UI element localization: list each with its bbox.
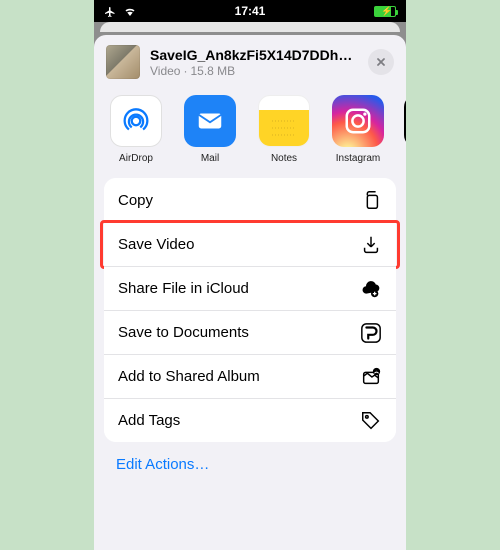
actions-list: Copy Save Video Share File in iCloud <box>104 178 396 442</box>
airplane-icon <box>104 6 116 18</box>
download-icon <box>360 234 382 256</box>
battery-icon: ⚡ <box>374 6 396 17</box>
file-kind: Video <box>150 64 180 78</box>
action-label: Save Video <box>118 236 194 253</box>
share-target-peek[interactable] <box>404 95 406 147</box>
action-label: Save to Documents <box>118 324 249 341</box>
edit-actions-link[interactable]: Edit Actions… <box>94 442 406 497</box>
share-target-mail[interactable]: Mail <box>182 95 238 164</box>
airdrop-icon <box>110 95 162 147</box>
action-shared-album[interactable]: Add to Shared Album <box>104 354 396 398</box>
file-thumbnail <box>106 45 140 79</box>
instagram-icon <box>332 95 384 147</box>
file-size: 15.8 MB <box>190 64 235 78</box>
action-copy[interactable]: Copy <box>104 178 396 222</box>
file-name: SaveIG_An8kzFi5X14D7DDhXM... <box>150 47 358 63</box>
share-targets-row[interactable]: AirDrop Mail Notes <box>94 91 406 178</box>
action-add-tags[interactable]: Add Tags <box>104 398 396 442</box>
share-label: Instagram <box>330 153 386 164</box>
share-label: Mail <box>182 153 238 164</box>
copy-icon <box>360 189 382 211</box>
share-label: AirDrop <box>108 153 164 164</box>
close-button[interactable] <box>368 49 394 75</box>
action-save-video[interactable]: Save Video <box>104 222 396 266</box>
mail-icon <box>184 95 236 147</box>
file-subtitle: Video·15.8 MB <box>150 64 358 78</box>
share-target-instagram[interactable]: Instagram <box>330 95 386 164</box>
action-label: Add to Shared Album <box>118 368 260 385</box>
action-label: Copy <box>118 192 153 209</box>
share-label: Notes <box>256 153 312 164</box>
sheet-header: SaveIG_An8kzFi5X14D7DDhXM... Video·15.8 … <box>94 35 406 91</box>
edit-actions-label: Edit Actions… <box>116 456 209 473</box>
icloud-share-icon <box>360 278 382 300</box>
status-right: ⚡ <box>374 6 396 17</box>
documents-app-icon <box>360 322 382 344</box>
action-save-documents[interactable]: Save to Documents <box>104 310 396 354</box>
action-share-icloud[interactable]: Share File in iCloud <box>104 266 396 310</box>
wifi-icon <box>123 6 137 18</box>
close-icon <box>375 56 387 68</box>
share-target-notes[interactable]: Notes <box>256 95 312 164</box>
phone-frame: 17:41 ⚡ SaveIG_An8kzFi5X14D7DDhXM... Vid… <box>94 0 406 550</box>
action-label: Share File in iCloud <box>118 280 249 297</box>
status-time: 17:41 <box>94 4 406 18</box>
action-label: Add Tags <box>118 412 180 429</box>
status-bar: 17:41 ⚡ <box>94 0 406 22</box>
shared-album-icon <box>360 366 382 388</box>
status-left <box>104 4 137 18</box>
sheet-backdrop: SaveIG_An8kzFi5X14D7DDhXM... Video·15.8 … <box>94 22 406 550</box>
file-meta: SaveIG_An8kzFi5X14D7DDhXM... Video·15.8 … <box>150 47 358 78</box>
share-target-airdrop[interactable]: AirDrop <box>108 95 164 164</box>
tag-icon <box>360 410 382 432</box>
notes-icon <box>258 95 310 147</box>
background-card-peek <box>100 22 400 32</box>
share-sheet: SaveIG_An8kzFi5X14D7DDhXM... Video·15.8 … <box>94 35 406 550</box>
